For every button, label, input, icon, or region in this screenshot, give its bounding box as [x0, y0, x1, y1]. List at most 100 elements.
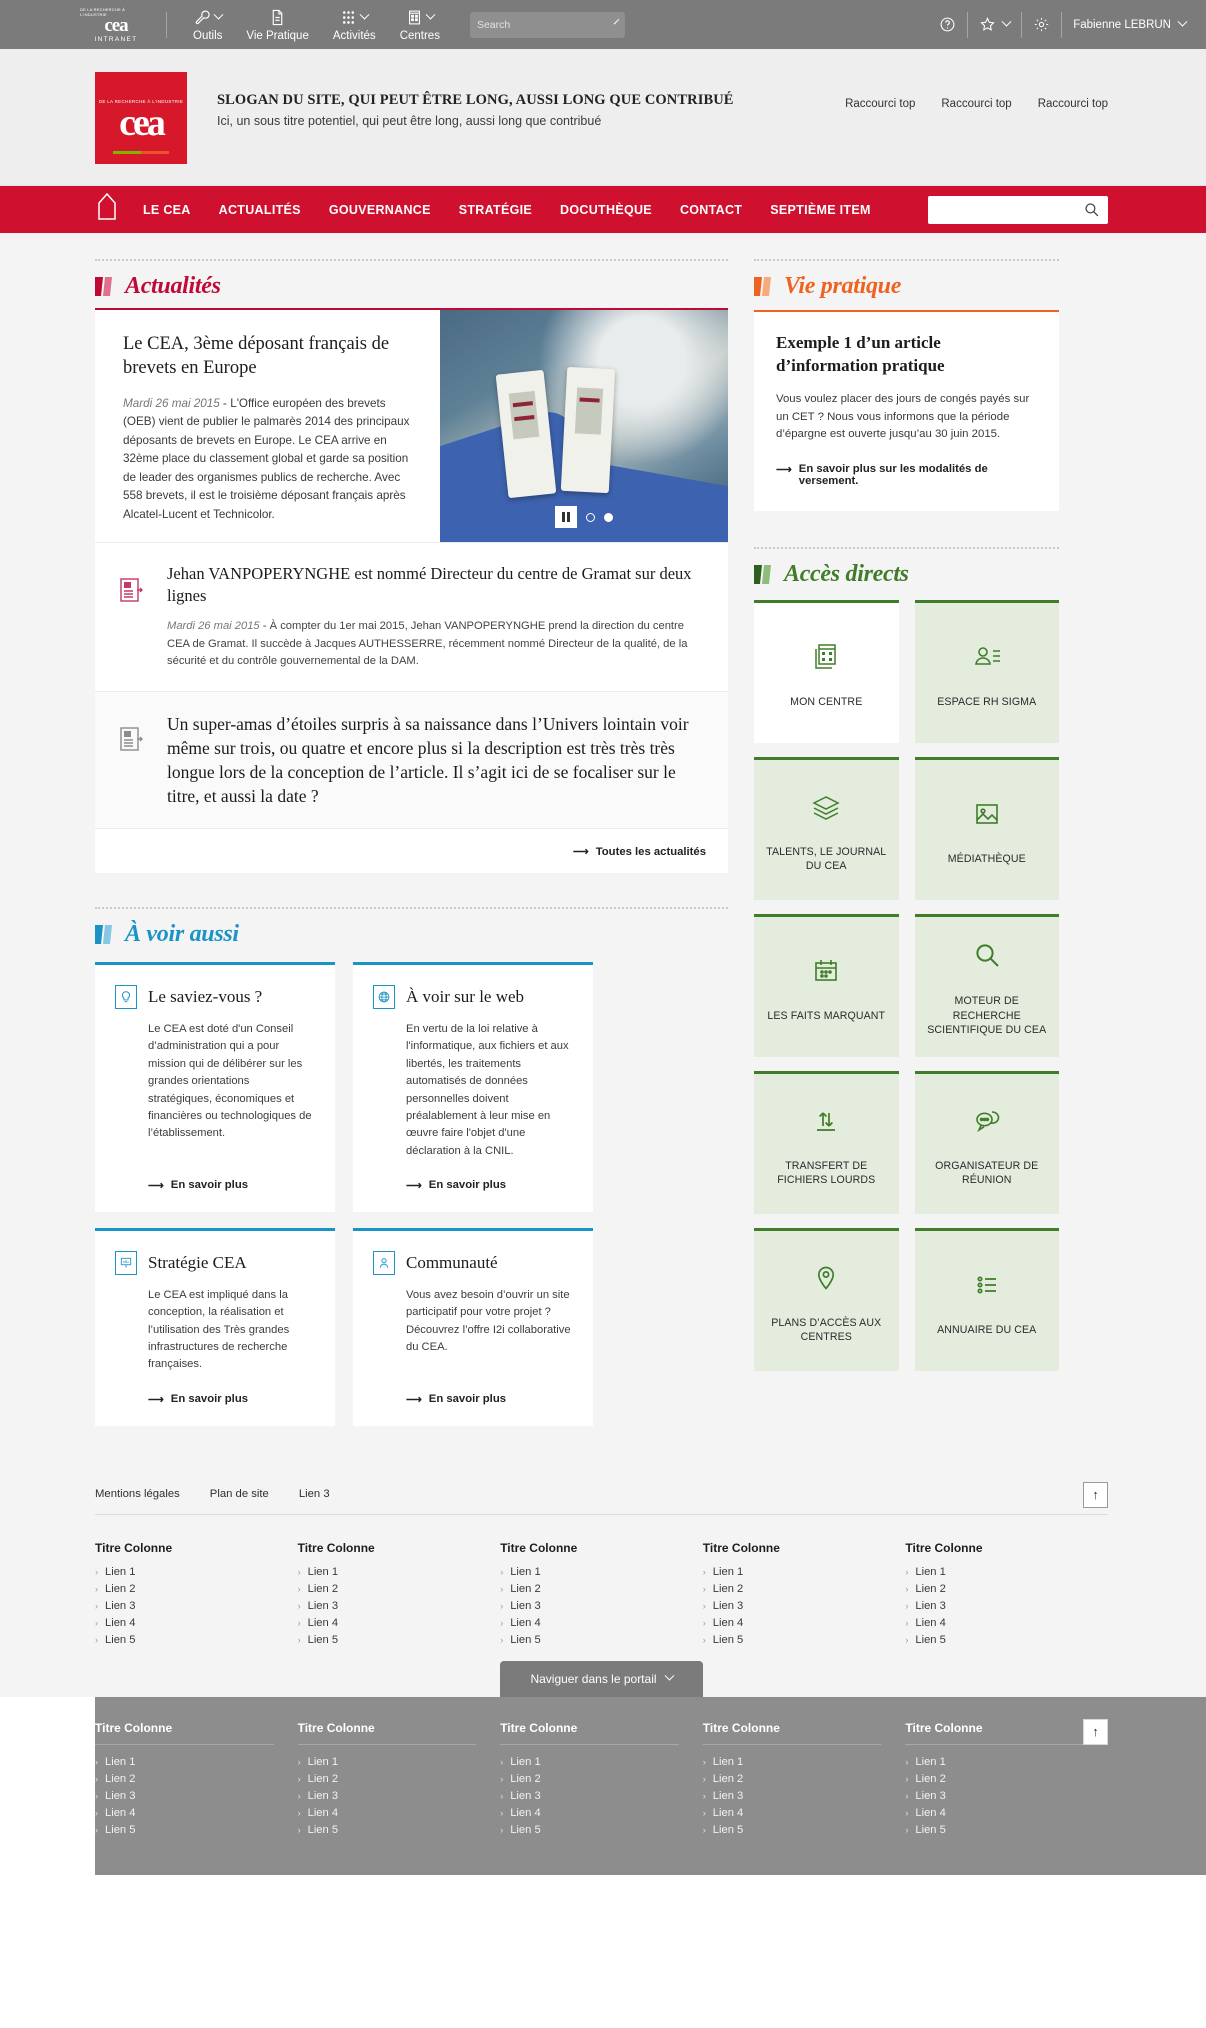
footer-link[interactable]: Lien 4	[510, 1807, 540, 1819]
search-input[interactable]	[476, 18, 612, 31]
list-item[interactable]: › Lien 1	[95, 1756, 274, 1768]
footer-link[interactable]: Lien 5	[105, 1824, 135, 1836]
list-item[interactable]: › Lien 1	[298, 1566, 501, 1578]
footer-link[interactable]: Lien 2	[308, 1583, 338, 1595]
footer-link-plan-de-site[interactable]: Plan de site	[210, 1488, 269, 1500]
all-news-link[interactable]: ⟶ Toutes les actualités	[573, 845, 706, 859]
list-item[interactable]: › Lien 2	[95, 1583, 298, 1595]
tile-talents[interactable]: TALENTS, LE JOURNAL DU CEA	[754, 756, 899, 900]
gear-icon[interactable]	[1033, 16, 1050, 33]
footer-link[interactable]: Lien 4	[713, 1807, 743, 1819]
carousel-pause-button[interactable]	[555, 506, 577, 529]
list-item[interactable]: › Lien 3	[703, 1600, 906, 1612]
topbar-logo[interactable]: DE LA RECHERCHE À L'INDUSTRIE cea INTRAN…	[80, 7, 152, 43]
list-item[interactable]: › Lien 3	[905, 1790, 1084, 1802]
list-item[interactable]: › Lien 2	[298, 1583, 501, 1595]
carousel-dot-2[interactable]	[604, 512, 613, 522]
nav-item-septieme[interactable]: SEPTIÈME ITEM	[770, 203, 870, 217]
list-item[interactable]: › Lien 5	[500, 1634, 703, 1646]
list-item[interactable]: › Lien 4	[905, 1617, 1108, 1629]
footer-link[interactable]: Lien 4	[105, 1617, 135, 1629]
topbar-menu-outils[interactable]: Outils	[193, 7, 224, 42]
tile-moteur-recherche[interactable]: MOTEUR DE RECHERCHE SCIENTIFIQUE DU CEA	[914, 913, 1059, 1057]
list-item[interactable]: › Lien 1	[905, 1566, 1108, 1578]
footer-link[interactable]: Lien 1	[713, 1566, 743, 1578]
chevron-down-icon[interactable]	[613, 18, 620, 25]
list-item[interactable]: › Lien 5	[95, 1634, 298, 1646]
footer-link[interactable]: Lien 2	[915, 1773, 945, 1785]
list-item[interactable]: › Lien 4	[95, 1807, 274, 1819]
carousel-dot-1[interactable]	[586, 512, 595, 522]
footer-link[interactable]: Lien 3	[510, 1600, 540, 1612]
footer-link[interactable]: Lien 5	[713, 1824, 743, 1836]
list-item[interactable]: › Lien 3	[500, 1790, 679, 1802]
footer-link[interactable]: Lien 5	[510, 1634, 540, 1646]
footer-link[interactable]: Lien 5	[915, 1824, 945, 1836]
star-icon[interactable]	[979, 16, 996, 33]
footer-link[interactable]: Lien 5	[915, 1634, 945, 1646]
footer-link[interactable]: Lien 2	[105, 1773, 135, 1785]
topbar-menu-activites[interactable]: Activités	[333, 7, 376, 42]
tile-plans-acces[interactable]: PLANS D’ACCÈS AUX CENTRES	[754, 1227, 899, 1371]
footer-link[interactable]: Lien 4	[308, 1617, 338, 1629]
scroll-to-top-button[interactable]: ↑	[1083, 1481, 1108, 1508]
footer-link[interactable]: Lien 3	[105, 1790, 135, 1802]
featured-news-card[interactable]: Le CEA, 3ème déposant français de brevet…	[95, 310, 728, 543]
chevron-down-icon[interactable]	[1177, 16, 1188, 27]
footer-link[interactable]: Lien 3	[308, 1600, 338, 1612]
footer-link-mentions[interactable]: Mentions légales	[95, 1488, 180, 1500]
card-link[interactable]: ⟶ En savoir plus	[406, 1393, 506, 1406]
footer-link[interactable]: Lien 5	[105, 1634, 135, 1646]
footer-link[interactable]: Lien 4	[510, 1617, 540, 1629]
footer-link[interactable]: Lien 4	[308, 1807, 338, 1819]
list-item[interactable]: › Lien 4	[500, 1807, 679, 1819]
footer-link[interactable]: Lien 4	[105, 1807, 135, 1819]
footer-link[interactable]: Lien 5	[308, 1824, 338, 1836]
footer-link[interactable]: Lien 1	[308, 1756, 338, 1768]
footer-link[interactable]: Lien 5	[308, 1634, 338, 1646]
nav-item-contact[interactable]: CONTACT	[680, 203, 742, 217]
list-item[interactable]: › Lien 2	[905, 1773, 1084, 1785]
list-item[interactable]: › Lien 3	[905, 1600, 1108, 1612]
list-item[interactable]: › Lien 1	[95, 1566, 298, 1578]
footer-link[interactable]: Lien 2	[308, 1773, 338, 1785]
tile-espace-rh-sigma[interactable]: ESPACE RH SIGMA	[914, 599, 1059, 743]
cea-logo[interactable]: DE LA RECHERCHE À L'INDUSTRIE cea	[95, 72, 187, 164]
list-item[interactable]: › Lien 4	[905, 1807, 1084, 1819]
footer-link[interactable]: Lien 4	[915, 1617, 945, 1629]
list-item[interactable]: › Lien 5	[905, 1824, 1084, 1836]
list-item[interactable]: › Lien 4	[703, 1617, 906, 1629]
footer-link-lien3[interactable]: Lien 3	[299, 1488, 330, 1500]
chevron-down-icon[interactable]	[1001, 16, 1012, 27]
vie-pratique-link[interactable]: ⟶ En savoir plus sur les modalités de ve…	[776, 463, 1037, 487]
list-item[interactable]: › Lien 3	[500, 1600, 703, 1612]
footer-link[interactable]: Lien 3	[510, 1790, 540, 1802]
list-item[interactable]: › Lien 4	[298, 1617, 501, 1629]
tile-organisateur-reunion[interactable]: ORGANISATEUR DE RÉUNION	[914, 1070, 1059, 1214]
footer-link[interactable]: Lien 2	[510, 1583, 540, 1595]
tile-mediatheque[interactable]: MÉDIATHÈQUE	[914, 756, 1059, 900]
list-item[interactable]: › Lien 5	[500, 1824, 679, 1836]
news-item[interactable]: Un super-amas d’étoiles surpris à sa nai…	[95, 690, 728, 829]
card-strategie-cea[interactable]: Stratégie CEA Le CEA est impliqué dans l…	[95, 1227, 335, 1426]
footer-link[interactable]: Lien 2	[510, 1773, 540, 1785]
list-item[interactable]: › Lien 1	[703, 1756, 882, 1768]
footer-link[interactable]: Lien 1	[510, 1566, 540, 1578]
list-item[interactable]: › Lien 2	[500, 1583, 703, 1595]
scroll-to-top-button[interactable]: ↑	[1083, 1718, 1108, 1745]
nav-item-strategie[interactable]: STRATÉGIE	[459, 203, 532, 217]
footer-link[interactable]: Lien 2	[713, 1583, 743, 1595]
list-item[interactable]: › Lien 2	[905, 1583, 1108, 1595]
list-item[interactable]: › Lien 1	[905, 1756, 1084, 1768]
footer-link[interactable]: Lien 1	[915, 1566, 945, 1578]
carousel-controls[interactable]	[555, 506, 613, 529]
footer-link[interactable]: Lien 5	[713, 1634, 743, 1646]
footer-link[interactable]: Lien 2	[915, 1583, 945, 1595]
user-name[interactable]: Fabienne LEBRUN	[1073, 19, 1171, 31]
footer-link[interactable]: Lien 1	[105, 1756, 135, 1768]
list-item[interactable]: › Lien 3	[95, 1600, 298, 1612]
news-item-title[interactable]: Jehan VANPOPERYNGHE est nommé Directeur …	[167, 563, 704, 607]
list-item[interactable]: › Lien 4	[703, 1807, 882, 1819]
card-link[interactable]: ⟶ En savoir plus	[406, 1179, 506, 1192]
news-item-title[interactable]: Un super-amas d’étoiles surpris à sa nai…	[167, 712, 704, 809]
